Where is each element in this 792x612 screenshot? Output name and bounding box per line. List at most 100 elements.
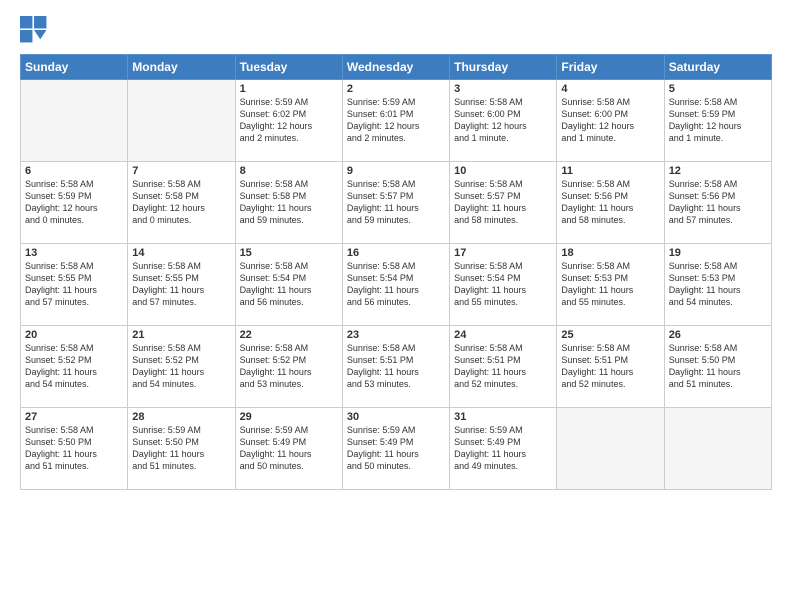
calendar-cell: 1Sunrise: 5:59 AM Sunset: 6:02 PM Daylig… [235, 80, 342, 162]
day-info: Sunrise: 5:58 AM Sunset: 5:58 PM Dayligh… [240, 178, 338, 227]
calendar-header: SundayMondayTuesdayWednesdayThursdayFrid… [21, 55, 772, 80]
calendar-cell: 16Sunrise: 5:58 AM Sunset: 5:54 PM Dayli… [342, 244, 449, 326]
day-info: Sunrise: 5:58 AM Sunset: 5:59 PM Dayligh… [669, 96, 767, 145]
weekday-header-wednesday: Wednesday [342, 55, 449, 80]
logo [20, 16, 52, 44]
day-number: 19 [669, 247, 767, 259]
day-info: Sunrise: 5:59 AM Sunset: 5:49 PM Dayligh… [240, 424, 338, 473]
calendar-cell: 2Sunrise: 5:59 AM Sunset: 6:01 PM Daylig… [342, 80, 449, 162]
calendar-cell: 18Sunrise: 5:58 AM Sunset: 5:53 PM Dayli… [557, 244, 664, 326]
day-number: 28 [132, 411, 230, 423]
weekday-header-saturday: Saturday [664, 55, 771, 80]
day-number: 27 [25, 411, 123, 423]
day-info: Sunrise: 5:59 AM Sunset: 6:02 PM Dayligh… [240, 96, 338, 145]
day-info: Sunrise: 5:58 AM Sunset: 5:52 PM Dayligh… [132, 342, 230, 391]
calendar-cell: 25Sunrise: 5:58 AM Sunset: 5:51 PM Dayli… [557, 326, 664, 408]
day-info: Sunrise: 5:58 AM Sunset: 5:55 PM Dayligh… [25, 260, 123, 309]
calendar-week-row: 1Sunrise: 5:59 AM Sunset: 6:02 PM Daylig… [21, 80, 772, 162]
weekday-header-sunday: Sunday [21, 55, 128, 80]
day-info: Sunrise: 5:58 AM Sunset: 5:52 PM Dayligh… [240, 342, 338, 391]
weekday-header-monday: Monday [128, 55, 235, 80]
calendar-week-row: 6Sunrise: 5:58 AM Sunset: 5:59 PM Daylig… [21, 162, 772, 244]
calendar-week-row: 20Sunrise: 5:58 AM Sunset: 5:52 PM Dayli… [21, 326, 772, 408]
calendar-cell: 6Sunrise: 5:58 AM Sunset: 5:59 PM Daylig… [21, 162, 128, 244]
day-number: 5 [669, 83, 767, 95]
day-number: 22 [240, 329, 338, 341]
day-number: 15 [240, 247, 338, 259]
calendar-cell: 4Sunrise: 5:58 AM Sunset: 6:00 PM Daylig… [557, 80, 664, 162]
day-number: 26 [669, 329, 767, 341]
day-number: 6 [25, 165, 123, 177]
calendar-cell: 15Sunrise: 5:58 AM Sunset: 5:54 PM Dayli… [235, 244, 342, 326]
day-number: 4 [561, 83, 659, 95]
day-number: 24 [454, 329, 552, 341]
day-number: 29 [240, 411, 338, 423]
day-number: 2 [347, 83, 445, 95]
calendar-cell: 5Sunrise: 5:58 AM Sunset: 5:59 PM Daylig… [664, 80, 771, 162]
day-info: Sunrise: 5:58 AM Sunset: 5:53 PM Dayligh… [669, 260, 767, 309]
day-number: 10 [454, 165, 552, 177]
day-info: Sunrise: 5:59 AM Sunset: 5:49 PM Dayligh… [347, 424, 445, 473]
day-number: 25 [561, 329, 659, 341]
day-number: 8 [240, 165, 338, 177]
day-number: 20 [25, 329, 123, 341]
day-info: Sunrise: 5:58 AM Sunset: 5:59 PM Dayligh… [25, 178, 123, 227]
calendar-cell: 24Sunrise: 5:58 AM Sunset: 5:51 PM Dayli… [450, 326, 557, 408]
day-info: Sunrise: 5:58 AM Sunset: 5:57 PM Dayligh… [347, 178, 445, 227]
day-info: Sunrise: 5:58 AM Sunset: 5:54 PM Dayligh… [454, 260, 552, 309]
weekday-header-tuesday: Tuesday [235, 55, 342, 80]
calendar-cell: 21Sunrise: 5:58 AM Sunset: 5:52 PM Dayli… [128, 326, 235, 408]
day-info: Sunrise: 5:59 AM Sunset: 5:50 PM Dayligh… [132, 424, 230, 473]
day-info: Sunrise: 5:58 AM Sunset: 5:51 PM Dayligh… [347, 342, 445, 391]
calendar-cell [21, 80, 128, 162]
calendar-cell: 20Sunrise: 5:58 AM Sunset: 5:52 PM Dayli… [21, 326, 128, 408]
day-info: Sunrise: 5:58 AM Sunset: 5:54 PM Dayligh… [240, 260, 338, 309]
day-number: 3 [454, 83, 552, 95]
day-number: 23 [347, 329, 445, 341]
logo-icon [20, 16, 48, 44]
day-number: 16 [347, 247, 445, 259]
calendar-cell: 30Sunrise: 5:59 AM Sunset: 5:49 PM Dayli… [342, 408, 449, 490]
day-info: Sunrise: 5:58 AM Sunset: 5:51 PM Dayligh… [561, 342, 659, 391]
day-info: Sunrise: 5:58 AM Sunset: 5:50 PM Dayligh… [669, 342, 767, 391]
day-number: 13 [25, 247, 123, 259]
calendar-cell: 17Sunrise: 5:58 AM Sunset: 5:54 PM Dayli… [450, 244, 557, 326]
day-info: Sunrise: 5:58 AM Sunset: 6:00 PM Dayligh… [561, 96, 659, 145]
page: SundayMondayTuesdayWednesdayThursdayFrid… [0, 0, 792, 612]
day-info: Sunrise: 5:58 AM Sunset: 5:55 PM Dayligh… [132, 260, 230, 309]
day-info: Sunrise: 5:59 AM Sunset: 6:01 PM Dayligh… [347, 96, 445, 145]
calendar-cell [128, 80, 235, 162]
day-info: Sunrise: 5:58 AM Sunset: 5:57 PM Dayligh… [454, 178, 552, 227]
day-info: Sunrise: 5:58 AM Sunset: 5:51 PM Dayligh… [454, 342, 552, 391]
calendar-week-row: 27Sunrise: 5:58 AM Sunset: 5:50 PM Dayli… [21, 408, 772, 490]
calendar-table: SundayMondayTuesdayWednesdayThursdayFrid… [20, 54, 772, 490]
day-number: 12 [669, 165, 767, 177]
day-info: Sunrise: 5:58 AM Sunset: 5:52 PM Dayligh… [25, 342, 123, 391]
day-number: 30 [347, 411, 445, 423]
calendar-cell: 19Sunrise: 5:58 AM Sunset: 5:53 PM Dayli… [664, 244, 771, 326]
calendar-week-row: 13Sunrise: 5:58 AM Sunset: 5:55 PM Dayli… [21, 244, 772, 326]
calendar-cell [557, 408, 664, 490]
day-number: 21 [132, 329, 230, 341]
calendar-cell: 28Sunrise: 5:59 AM Sunset: 5:50 PM Dayli… [128, 408, 235, 490]
day-number: 17 [454, 247, 552, 259]
calendar-cell: 3Sunrise: 5:58 AM Sunset: 6:00 PM Daylig… [450, 80, 557, 162]
header [20, 16, 772, 44]
day-number: 7 [132, 165, 230, 177]
day-info: Sunrise: 5:59 AM Sunset: 5:49 PM Dayligh… [454, 424, 552, 473]
calendar-cell: 8Sunrise: 5:58 AM Sunset: 5:58 PM Daylig… [235, 162, 342, 244]
calendar-cell: 23Sunrise: 5:58 AM Sunset: 5:51 PM Dayli… [342, 326, 449, 408]
day-number: 14 [132, 247, 230, 259]
day-number: 31 [454, 411, 552, 423]
calendar-cell: 26Sunrise: 5:58 AM Sunset: 5:50 PM Dayli… [664, 326, 771, 408]
day-info: Sunrise: 5:58 AM Sunset: 5:56 PM Dayligh… [669, 178, 767, 227]
day-number: 11 [561, 165, 659, 177]
calendar-cell: 29Sunrise: 5:59 AM Sunset: 5:49 PM Dayli… [235, 408, 342, 490]
calendar-body: 1Sunrise: 5:59 AM Sunset: 6:02 PM Daylig… [21, 80, 772, 490]
weekday-header-friday: Friday [557, 55, 664, 80]
weekday-header-row: SundayMondayTuesdayWednesdayThursdayFrid… [21, 55, 772, 80]
day-info: Sunrise: 5:58 AM Sunset: 6:00 PM Dayligh… [454, 96, 552, 145]
calendar-cell: 11Sunrise: 5:58 AM Sunset: 5:56 PM Dayli… [557, 162, 664, 244]
calendar-cell: 12Sunrise: 5:58 AM Sunset: 5:56 PM Dayli… [664, 162, 771, 244]
calendar-cell: 9Sunrise: 5:58 AM Sunset: 5:57 PM Daylig… [342, 162, 449, 244]
